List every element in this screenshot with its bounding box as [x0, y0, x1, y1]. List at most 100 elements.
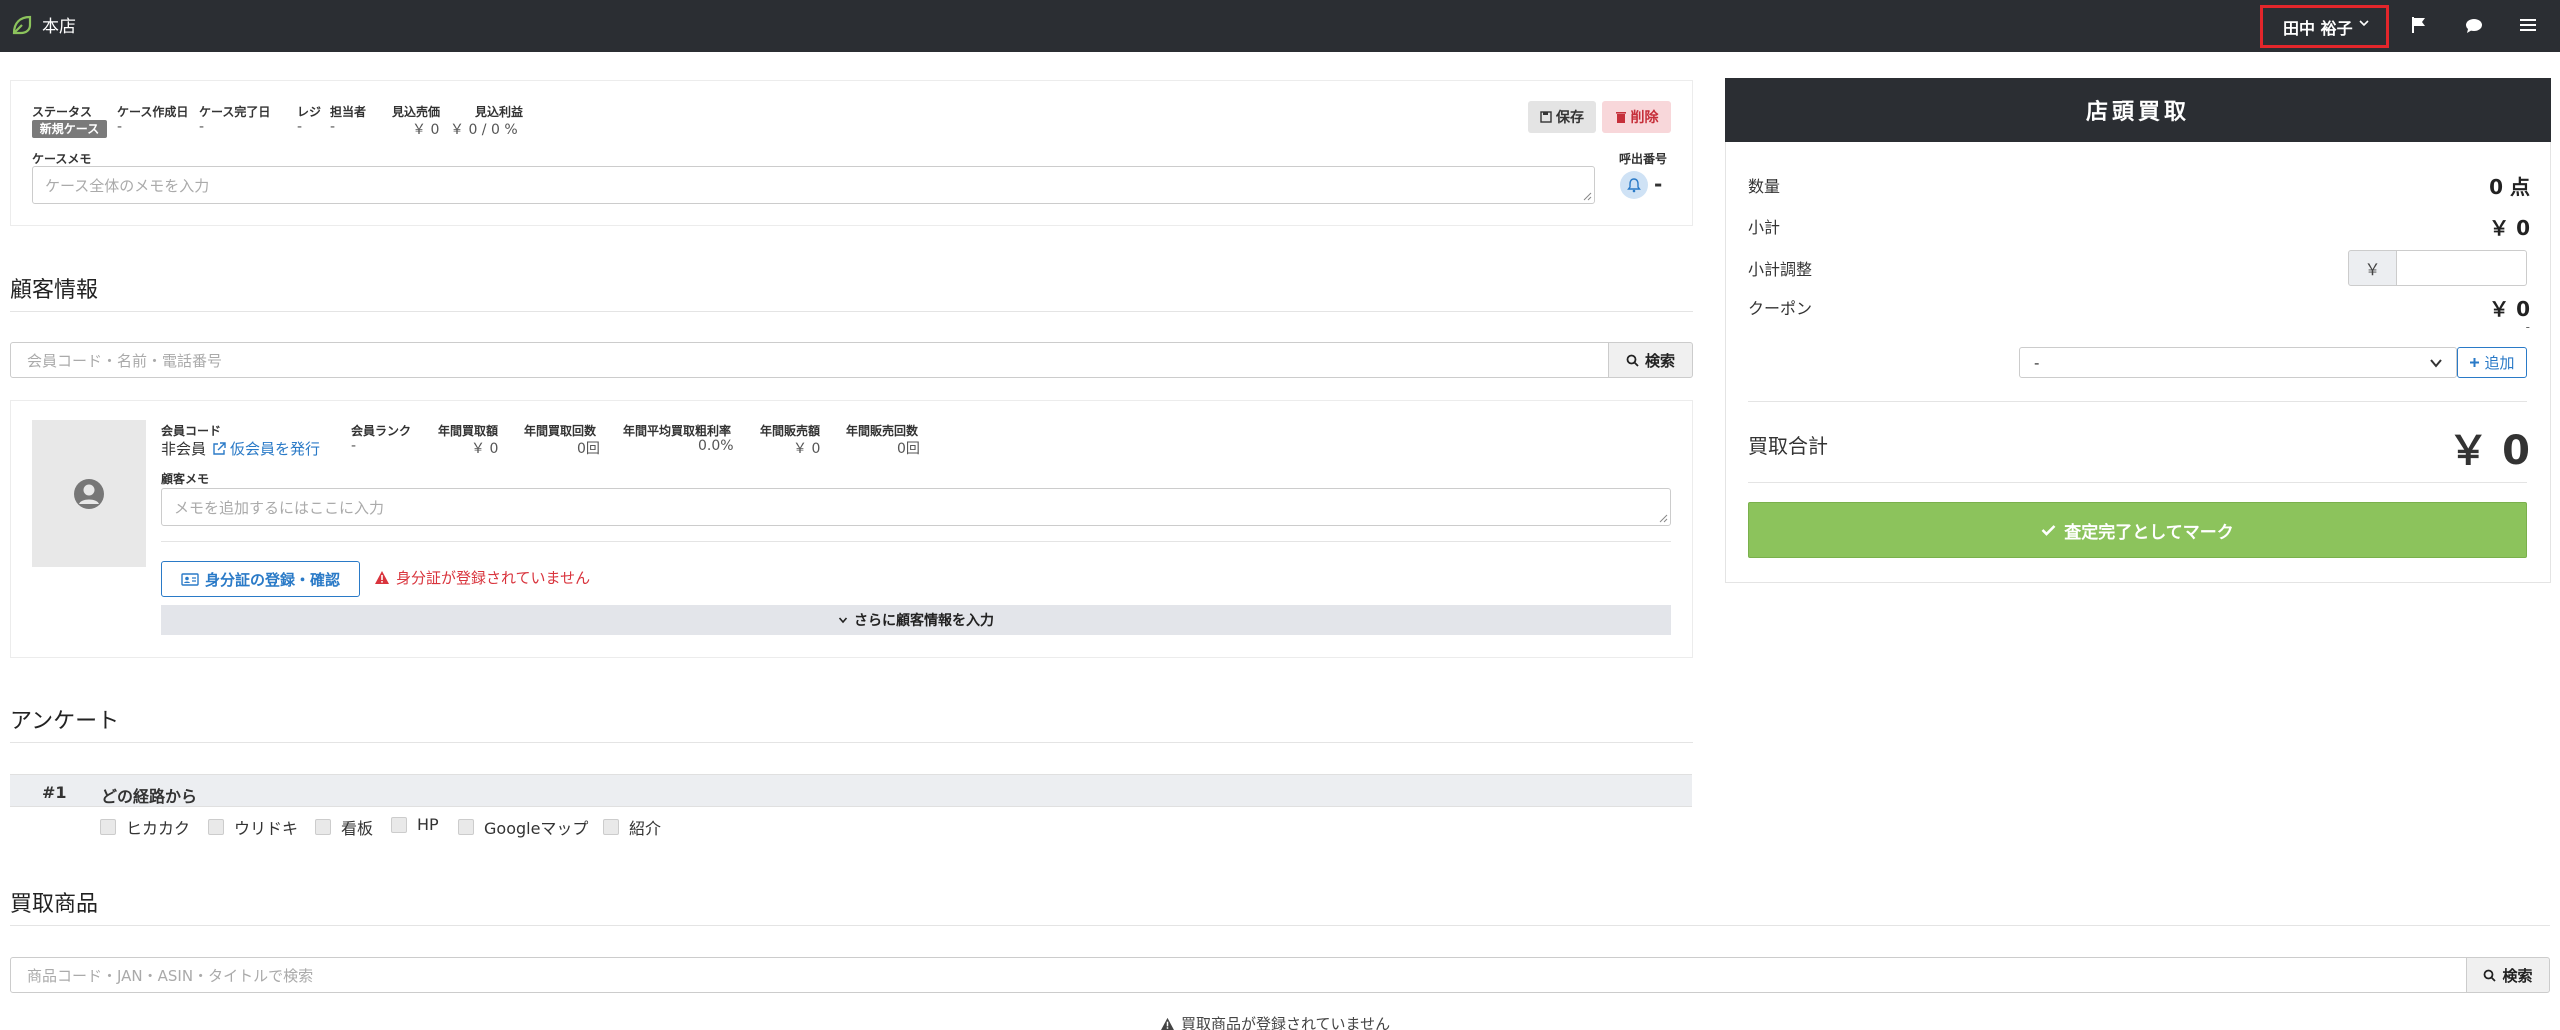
- customer-search-input[interactable]: 会員コード・名前・電話番号: [10, 342, 1609, 378]
- leaf-logo-icon: [12, 15, 32, 35]
- chevron-down-icon: [2430, 358, 2442, 368]
- products-empty-message: 買取商品が登録されていません: [1160, 1013, 1390, 1030]
- member-code-label: 会員コード: [161, 424, 222, 438]
- save-button[interactable]: 保存: [1528, 101, 1596, 133]
- divider: [1748, 482, 2527, 483]
- call-number-label: 呼出番号: [1619, 152, 1668, 166]
- user-menu-button[interactable]: 田中 裕子: [2283, 15, 2353, 39]
- expected-sales-label: 見込売価: [392, 105, 441, 119]
- chevron-down-icon[interactable]: [2358, 17, 2370, 29]
- chevron-down-icon: [838, 617, 848, 624]
- status-badge: 新規ケース: [32, 120, 107, 138]
- warning-triangle-icon: [1160, 1017, 1175, 1030]
- survey-option-label: HP: [417, 815, 439, 834]
- product-search-button[interactable]: 検索: [2466, 957, 2550, 993]
- survey-option-google-maps[interactable]: Googleマップ: [458, 815, 588, 839]
- question-title: どの経路から: [101, 787, 198, 806]
- resize-handle-icon[interactable]: [1658, 513, 1668, 523]
- coupon-select[interactable]: -: [2019, 347, 2457, 378]
- warning-triangle-icon: [375, 571, 389, 584]
- member-rank-label: 会員ランク: [351, 424, 412, 438]
- add-coupon-label: 追加: [2484, 354, 2515, 372]
- delete-button[interactable]: 削除: [1602, 101, 1671, 133]
- checkbox[interactable]: [458, 819, 474, 835]
- case-memo-label: ケースメモ: [32, 152, 92, 166]
- id-warning-text: 身分証が登録されていません: [396, 569, 591, 587]
- staff-value: -: [330, 119, 336, 135]
- resize-handle-icon[interactable]: [1582, 191, 1592, 201]
- survey-option-kanban[interactable]: 看板: [315, 815, 373, 839]
- survey-option-hikakaku[interactable]: ヒカカク: [100, 815, 190, 839]
- completed-date-label: ケース完了日: [199, 105, 271, 119]
- survey-option-uridoki[interactable]: ウリドキ: [208, 815, 298, 839]
- id-register-button[interactable]: 身分証の登録・確認: [161, 561, 360, 597]
- plus-icon: [2470, 358, 2480, 367]
- subtotal-adjust-label: 小計調整: [1748, 260, 1813, 279]
- store-name: 本店: [42, 17, 76, 37]
- coupon-sub: -: [2525, 320, 2530, 334]
- customer-search-button[interactable]: 検索: [1608, 342, 1693, 378]
- checkbox[interactable]: [315, 819, 331, 835]
- survey-question-row: #1 どの経路から: [10, 774, 1692, 807]
- product-search-placeholder: 商品コード・JAN・ASIN・タイトルで検索: [27, 966, 314, 985]
- customer-section-title: 顧客情報: [10, 278, 99, 303]
- customer-memo-input[interactable]: メモを追加するにはここに入力: [161, 488, 1671, 526]
- coupon-value: ￥ 0: [2489, 297, 2530, 321]
- save-button-label: 保存: [1556, 110, 1584, 126]
- product-search-input[interactable]: 商品コード・JAN・ASIN・タイトルで検索: [10, 957, 2467, 993]
- checkbox[interactable]: [100, 819, 116, 835]
- more-customer-info-button[interactable]: さらに顧客情報を入力: [161, 605, 1671, 635]
- divider: [161, 541, 1671, 542]
- created-date-label: ケース作成日: [117, 105, 189, 119]
- products-empty-text: 買取商品が登録されていません: [1181, 1015, 1391, 1030]
- created-date-value: -: [117, 119, 123, 135]
- comment-icon[interactable]: [2464, 16, 2484, 36]
- check-icon: [2041, 525, 2056, 536]
- user-circle-icon: [74, 478, 104, 509]
- quantity-label: 数量: [1748, 177, 1781, 196]
- register-label: レジ: [297, 105, 322, 119]
- search-icon: [2484, 969, 2497, 982]
- checkbox[interactable]: [208, 819, 224, 835]
- expected-profit-label: 見込利益: [475, 105, 524, 119]
- subtotal-label: 小計: [1748, 218, 1781, 237]
- issue-temp-member-link[interactable]: 仮会員を発行: [212, 438, 320, 459]
- customer-search-button-label: 検索: [1644, 351, 1675, 370]
- checkbox[interactable]: [603, 819, 619, 835]
- survey-option-referral[interactable]: 紹介: [603, 815, 661, 839]
- completed-date-value: -: [199, 119, 205, 135]
- id-register-button-label: 身分証の登録・確認: [204, 570, 340, 589]
- coupon-select-value: -: [2034, 353, 2040, 372]
- product-search-button-label: 検索: [2502, 966, 2533, 985]
- checkbox[interactable]: [391, 816, 407, 833]
- staff-label: 担当者: [330, 105, 367, 119]
- annual-sales-amount-value: ￥ 0: [793, 441, 821, 457]
- trash-icon: [1615, 111, 1626, 123]
- mark-appraisal-complete-button[interactable]: 査定完了としてマーク: [1748, 502, 2527, 558]
- flag-icon[interactable]: [2410, 15, 2428, 35]
- hamburger-menu-icon[interactable]: [2519, 17, 2537, 33]
- customer-memo-placeholder: メモを追加するにはここに入力: [174, 499, 385, 517]
- survey-option-label: 看板: [341, 819, 374, 838]
- products-section-title: 買取商品: [10, 892, 99, 917]
- customer-search-placeholder: 会員コード・名前・電話番号: [27, 351, 223, 370]
- survey-option-label: ウリドキ: [234, 819, 299, 838]
- subtotal-adjust-input[interactable]: [2396, 250, 2527, 286]
- call-bell-button[interactable]: [1620, 171, 1648, 199]
- register-value: -: [297, 119, 303, 135]
- case-memo-input[interactable]: ケース全体のメモを入力: [32, 166, 1595, 204]
- mark-appraisal-complete-label: 査定完了としてマーク: [2064, 522, 2234, 543]
- avatar: [32, 420, 146, 567]
- avg-margin-label: 年間平均買取粗利率: [623, 424, 732, 438]
- survey-option-label: ヒカカク: [126, 819, 191, 838]
- annual-sales-count-label: 年間販売回数: [846, 424, 919, 438]
- summary-header: 店頭買取: [1725, 78, 2551, 142]
- survey-option-label: 紹介: [629, 819, 662, 838]
- id-card-icon: [181, 572, 199, 586]
- question-number: #1: [42, 783, 67, 802]
- survey-option-hp[interactable]: HP: [391, 815, 439, 834]
- currency-prefix: ￥: [2348, 250, 2397, 286]
- survey-section-title: アンケート: [10, 709, 120, 734]
- add-coupon-button[interactable]: 追加: [2457, 347, 2527, 378]
- case-card: [10, 80, 1693, 226]
